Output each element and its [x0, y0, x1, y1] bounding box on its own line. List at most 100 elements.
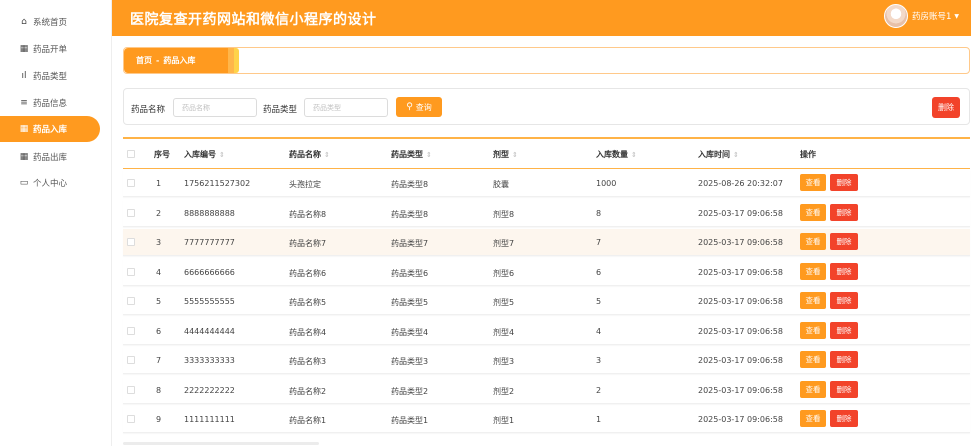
cell-form: 剂型6: [493, 268, 515, 278]
cell-qty: 6: [596, 267, 602, 277]
row-checkbox[interactable]: [127, 267, 135, 276]
column-header[interactable]: 药品类型 ⇕: [391, 149, 432, 160]
select-all-checkbox[interactable]: [127, 150, 135, 158]
table-row[interactable]: 5 5555555555 药品名称5 药品类型5 剂型5 5 2025-03-17 09:0…: [123, 288, 970, 315]
row-checkbox[interactable]: [127, 356, 135, 364]
view-button[interactable]: 查看: [800, 233, 826, 250]
cell-form: 剂型3: [493, 357, 515, 366]
cell-type: 药品类型8: [391, 180, 429, 189]
row-checkbox[interactable]: [127, 415, 135, 423]
user-menu[interactable]: 药房账号1 ▼: [883, 4, 959, 28]
user-name[interactable]: 药房账号1: [912, 10, 951, 22]
sort-icon[interactable]: ⇕: [219, 151, 225, 159]
sort-icon[interactable]: ⇕: [631, 151, 637, 159]
breadcrumb-decoration: [234, 48, 239, 73]
app-title: 医院复查开药网站和微信小程序的设计: [130, 12, 377, 28]
batch-delete-button[interactable]: 删除: [932, 97, 960, 118]
cell-idx: 2: [156, 208, 162, 218]
table-row[interactable]: 9 1111111111 药品名称1 药品类型1 剂型1 1 2025-03-17 09:0…: [123, 406, 970, 433]
breadcrumb: 首页 - 药品入库: [124, 48, 228, 73]
delete-button[interactable]: 删除: [830, 262, 858, 280]
grid-icon: ▦: [19, 124, 29, 134]
table-row[interactable]: 6 4444444444 药品名称4 药品类型4 剂型4 4 2025-03-17 09:0…: [123, 317, 970, 345]
delete-button[interactable]: 删除: [830, 292, 858, 309]
column-header[interactable]: 剂型 ⇕: [493, 149, 518, 160]
avatar[interactable]: [883, 4, 908, 28]
column-header-label: 药品名称: [289, 150, 321, 159]
sidebar-item-label: 药品开单: [33, 45, 68, 55]
view-button[interactable]: 查看: [800, 410, 826, 427]
delete-button[interactable]: 删除: [830, 351, 858, 368]
row-checkbox[interactable]: [127, 179, 135, 187]
delete-button[interactable]: 删除: [830, 321, 858, 339]
sort-icon[interactable]: ⇕: [426, 151, 432, 159]
sidebar-item[interactable]: ▦ 药品开单: [0, 36, 100, 62]
cell-name: 头孢拉定: [289, 180, 321, 189]
column-header[interactable]: 入库时间 ⇕: [698, 149, 739, 160]
cell-idx: 8: [156, 385, 162, 395]
column-header[interactable]: 药品名称 ⇕: [289, 149, 330, 160]
drug-type-input[interactable]: [304, 98, 388, 117]
row-checkbox[interactable]: [127, 326, 135, 335]
table-row[interactable]: 2 8888888888 药品名称8 药品类型8 剂型8 8 2025-03-17 09:0…: [123, 199, 970, 227]
view-button[interactable]: 查看: [800, 292, 826, 309]
view-button[interactable]: 查看: [800, 380, 826, 398]
query-button[interactable]: ⚲ 查询: [396, 97, 442, 117]
column-header[interactable]: 入库数量 ⇕: [596, 149, 637, 160]
cell-code: 1756211527302: [184, 179, 251, 188]
sidebar-item[interactable]: ıl 药品类型: [0, 63, 100, 89]
sort-icon[interactable]: ⇕: [324, 151, 330, 159]
view-button[interactable]: 查看: [800, 351, 826, 368]
sidebar-item-label: 系统首页: [33, 18, 68, 28]
cell-time: 2025-03-17 09:06:58: [698, 267, 783, 277]
row-checkbox[interactable]: [127, 385, 135, 394]
delete-button[interactable]: 删除: [830, 203, 858, 221]
row-checkbox[interactable]: [127, 238, 135, 246]
cell-code: 1111111111: [184, 415, 235, 424]
row-checkbox[interactable]: [127, 297, 135, 305]
chevron-down-icon[interactable]: ▼: [954, 13, 959, 20]
sort-icon[interactable]: ⇕: [733, 151, 739, 159]
row-checkbox[interactable]: [127, 208, 135, 217]
delete-button[interactable]: 删除: [830, 380, 858, 398]
table-row[interactable]: 1 1756211527302 头孢拉定 药品类型8 胶囊 1000 2025-08-26 …: [123, 170, 970, 197]
cell-name: 药品名称4: [289, 327, 327, 337]
cell-time: 2025-03-17 09:06:58: [698, 415, 783, 424]
cell-qty: 5: [596, 297, 602, 306]
cell-qty: 7: [596, 238, 602, 247]
horizontal-scrollbar[interactable]: [123, 442, 319, 445]
sidebar-item[interactable]: ⌂ 系统首页: [0, 9, 100, 35]
breadcrumb-home[interactable]: 首页: [136, 55, 152, 66]
table-row[interactable]: 3 7777777777 药品名称7 药品类型7 剂型7 7 2025-03-17 09:0…: [123, 229, 970, 256]
cell-name: 药品名称3: [289, 357, 327, 366]
cell-idx: 7: [156, 356, 162, 365]
sidebar-item-label: 个人中心: [33, 179, 68, 189]
cell-name: 药品名称2: [289, 386, 327, 396]
column-header-label: 入库编号: [184, 150, 216, 159]
cell-name: 药品名称5: [289, 298, 327, 307]
list-icon: ≡: [20, 98, 28, 108]
cell-type: 药品类型5: [391, 298, 429, 307]
view-button[interactable]: 查看: [800, 262, 826, 280]
table-row[interactable]: 4 6666666666 药品名称6 药品类型6 剂型6 6 2025-03-17 09:0…: [123, 258, 970, 286]
delete-button[interactable]: 删除: [830, 174, 858, 191]
drug-name-input[interactable]: [173, 98, 257, 117]
sort-icon[interactable]: ⇕: [512, 151, 518, 159]
delete-button[interactable]: 删除: [830, 410, 858, 427]
view-button[interactable]: 查看: [800, 321, 826, 339]
table-row[interactable]: 7 3333333333 药品名称3 药品类型3 剂型3 3 2025-03-17 09:0…: [123, 347, 970, 374]
cell-time: 2025-03-17 09:06:58: [698, 208, 783, 218]
column-header[interactable]: 入库编号 ⇕: [184, 149, 225, 160]
view-button[interactable]: 查看: [800, 174, 826, 191]
view-button[interactable]: 查看: [800, 203, 826, 221]
sidebar-item[interactable]: ▭ 个人中心: [0, 170, 100, 196]
table-row[interactable]: 8 2222222222 药品名称2 药品类型2 剂型2 2 2025-03-17 09:0…: [123, 376, 970, 404]
cell-code: 4444444444: [184, 326, 235, 336]
sidebar-item[interactable]: ▦ 药品入库: [0, 116, 100, 142]
stock-in-table: 序号 入库编号 ⇕ 药品名称 ⇕ 药品类型 ⇕ 剂型 ⇕ 入库数量 ⇕ 入库时间 ⇕ 操作 1 1756211…: [123, 137, 970, 433]
sidebar-item[interactable]: ≡ 药品信息: [0, 90, 100, 116]
cell-qty: 8: [596, 208, 602, 218]
delete-button[interactable]: 删除: [830, 233, 858, 250]
cell-idx: 9: [156, 415, 162, 424]
sidebar-item[interactable]: ▦ 药品出库: [0, 144, 100, 170]
